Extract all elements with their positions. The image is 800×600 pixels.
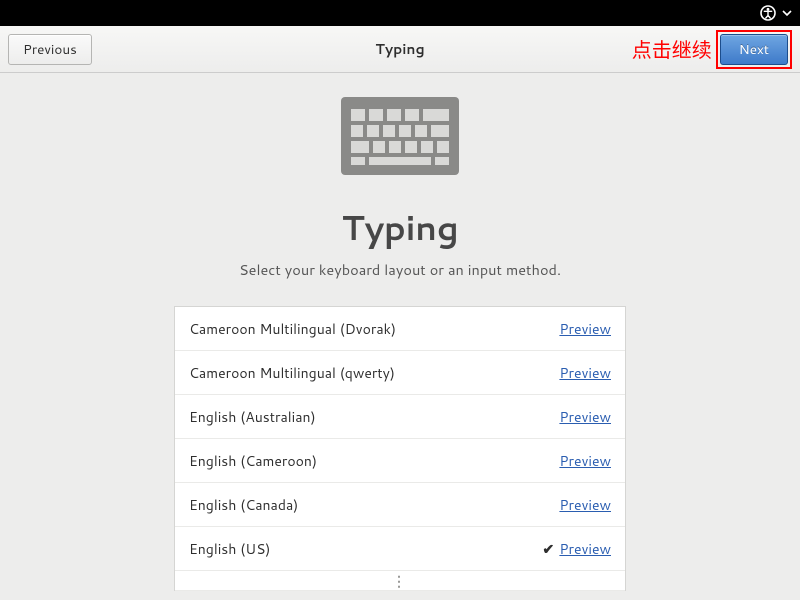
keyboard-icon xyxy=(341,97,459,181)
main-subtitle: Select your keyboard layout or an input … xyxy=(239,259,561,280)
layout-row[interactable]: English (Australian) Preview xyxy=(175,395,625,439)
more-row[interactable]: ⋮ xyxy=(175,571,625,591)
selected-check-icon: ✔ xyxy=(537,539,559,559)
layout-row[interactable]: English (US)✔Preview xyxy=(175,527,625,571)
layout-row[interactable]: English (Cameroon) Preview xyxy=(175,439,625,483)
main-heading: Typing xyxy=(342,203,459,251)
layout-label: English (Canada) xyxy=(189,495,537,515)
preview-link[interactable]: Preview xyxy=(559,451,611,471)
header-bar: Previous Typing 点击继续 Next xyxy=(0,26,800,73)
preview-link[interactable]: Preview xyxy=(559,407,611,427)
preview-link[interactable]: Preview xyxy=(559,539,611,559)
layout-row[interactable]: Cameroon Multilingual (qwerty) Preview xyxy=(175,351,625,395)
preview-link[interactable]: Preview xyxy=(559,319,611,339)
system-topbar xyxy=(0,0,800,26)
layout-label: English (Cameroon) xyxy=(189,451,537,471)
layout-label: Cameroon Multilingual (Dvorak) xyxy=(189,319,537,339)
layout-label: English (Australian) xyxy=(189,407,537,427)
layout-label: Cameroon Multilingual (qwerty) xyxy=(189,363,537,383)
preview-link[interactable]: Preview xyxy=(559,495,611,515)
annotation-highlight: Next xyxy=(716,30,792,69)
more-icon: ⋮ xyxy=(392,577,408,585)
accessibility-icon[interactable] xyxy=(760,5,776,21)
keyboard-layout-list: Cameroon Multilingual (Dvorak)PreviewCam… xyxy=(174,306,626,591)
main-content: Typing Select your keyboard layout or an… xyxy=(0,73,800,600)
layout-label: English (US) xyxy=(189,539,537,559)
previous-button[interactable]: Previous xyxy=(8,34,92,65)
layout-row[interactable]: Cameroon Multilingual (Dvorak) Preview xyxy=(175,307,625,351)
annotation-label: 点击继续 xyxy=(632,34,712,64)
dropdown-icon[interactable] xyxy=(782,8,792,18)
preview-link[interactable]: Preview xyxy=(559,363,611,383)
layout-row[interactable]: English (Canada) Preview xyxy=(175,483,625,527)
next-button[interactable]: Next xyxy=(720,34,788,65)
